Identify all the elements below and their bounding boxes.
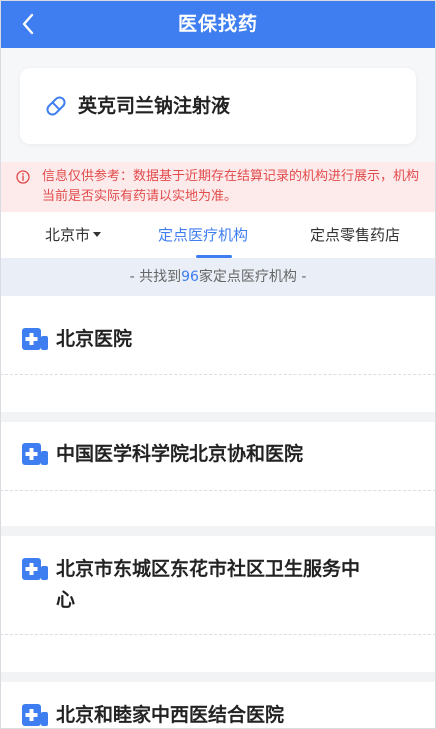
hospital-list: 北京医院 中国医学科学院北京协和医院 北京市东城区东花市社区卫生服务中心 北京和… bbox=[0, 296, 436, 729]
back-button[interactable] bbox=[14, 9, 42, 39]
tab-hospitals[interactable]: 定点医疗机构 bbox=[158, 212, 248, 258]
disclaimer-notice: 信息仅供参考：数据基于近期存在结算记录的机构进行展示，机构当前是否实际有药请以实… bbox=[0, 162, 436, 212]
drug-card: 英克司兰钠注射液 bbox=[20, 68, 416, 144]
hospital-name: 中国医学科学院北京协和医院 bbox=[56, 443, 304, 465]
caret-down-icon bbox=[93, 232, 102, 237]
hospital-icon bbox=[22, 704, 48, 726]
hospital-name: 北京市东城区东花市社区卫生服务中心 bbox=[56, 558, 361, 611]
result-suffix: 家定点医疗机构 - bbox=[198, 269, 307, 285]
pill-icon bbox=[46, 96, 66, 116]
dashed-divider bbox=[0, 634, 436, 635]
result-count: 96 bbox=[181, 269, 199, 285]
hospital-name: 北京和睦家中西医结合医院 bbox=[56, 704, 285, 726]
chevron-left-icon bbox=[22, 13, 34, 35]
dashed-divider bbox=[0, 374, 436, 375]
app-header: 医保找药 bbox=[0, 0, 436, 48]
dashed-divider bbox=[0, 490, 436, 491]
hospital-icon bbox=[22, 558, 48, 580]
tab-pharmacies[interactable]: 定点零售药店 bbox=[310, 212, 400, 258]
page-title: 医保找药 bbox=[177, 13, 258, 35]
city-selector[interactable]: 北京市 bbox=[45, 212, 102, 258]
drug-name: 英克司兰钠注射液 bbox=[78, 95, 231, 117]
hospital-list-item[interactable]: 北京医院 bbox=[0, 296, 436, 412]
hospital-icon bbox=[22, 328, 48, 350]
hospital-icon bbox=[22, 443, 48, 465]
result-count-bar: - 共找到96家定点医疗机构 - bbox=[0, 258, 436, 296]
hospital-list-item[interactable]: 北京市东城区东花市社区卫生服务中心 bbox=[0, 536, 436, 672]
hospital-name: 北京医院 bbox=[56, 328, 133, 350]
city-label: 北京市 bbox=[45, 226, 91, 244]
hospital-list-item[interactable]: 北京和睦家中西医结合医院 bbox=[0, 682, 436, 729]
info-circle-icon bbox=[16, 170, 30, 184]
disclaimer-text: 信息仅供参考：数据基于近期存在结算记录的机构进行展示，机构当前是否实际有药请以实… bbox=[42, 169, 420, 204]
hospital-list-item[interactable]: 中国医学科学院北京协和医院 bbox=[0, 422, 436, 526]
result-prefix: - 共找到 bbox=[129, 269, 182, 285]
filter-tabs: 北京市 定点医疗机构 定点零售药店 bbox=[0, 212, 436, 258]
